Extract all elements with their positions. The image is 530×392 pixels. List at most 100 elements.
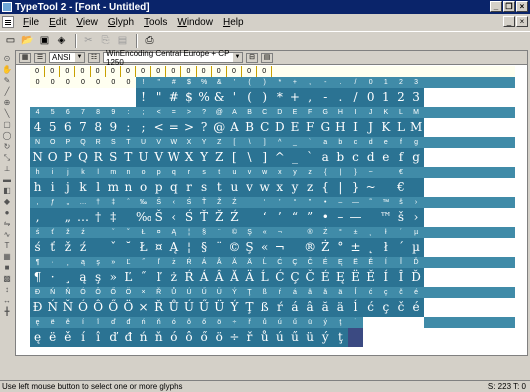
glyph-cell[interactable]: N — [30, 148, 46, 167]
glyph-cell[interactable]: ˝ — [135, 268, 152, 287]
glyph-cell[interactable]: ‚ — [30, 208, 46, 227]
glyph-cell[interactable]: ` — [302, 148, 318, 167]
glyph-cell[interactable]: Î — [393, 268, 409, 287]
glyph-cell[interactable]: Ń — [45, 298, 61, 317]
glyph-cell[interactable]: ÷ — [226, 328, 242, 347]
glyph-cell[interactable]: m — [105, 178, 121, 197]
node-tool-icon[interactable]: ● — [2, 208, 12, 218]
glyph-cell[interactable]: ¦ — [181, 238, 197, 257]
glyph-cell[interactable]: 9 — [105, 118, 121, 137]
glyph-cell[interactable]: ‹ — [166, 208, 182, 227]
glyph-cell[interactable]: î — [90, 328, 106, 347]
glyph-cell[interactable]: o — [135, 178, 152, 197]
glyph-cell[interactable]: ű — [287, 328, 303, 347]
document-icon[interactable] — [2, 16, 14, 28]
glyph-cell[interactable]: ľ — [151, 268, 167, 287]
glyph-cell[interactable]: # — [166, 88, 182, 107]
glyph-cell[interactable]: [ — [226, 148, 242, 167]
glyph-cell[interactable]: í — [75, 328, 91, 347]
glyph-cell[interactable]: ˘ — [120, 238, 136, 257]
glyph-cell[interactable]: y — [287, 178, 303, 197]
glyph-cell[interactable]: Ą — [166, 238, 182, 257]
glyph-cell[interactable]: & — [211, 88, 227, 107]
glyph-cell[interactable]: P — [60, 148, 76, 167]
glyph-cell[interactable]: Ć — [272, 268, 288, 287]
scale-tool-icon[interactable]: ⤡ — [2, 153, 12, 163]
glyph-cell[interactable]: ! — [135, 88, 152, 107]
glyph-cell[interactable]: ß — [257, 298, 273, 317]
close-button[interactable]: × — [516, 1, 528, 12]
glyph-cell[interactable]: Ç — [287, 268, 303, 287]
glyph-cell[interactable]: ~ — [363, 178, 379, 197]
glyph-cell[interactable]: 8 — [90, 118, 106, 137]
glyph-cell[interactable]: Ď — [408, 268, 424, 287]
glyph-cell[interactable]: < — [151, 118, 167, 137]
menu-glyph[interactable]: Glyph — [103, 17, 139, 28]
glyph-cell[interactable]: u — [226, 178, 242, 197]
glyph-cell[interactable]: T — [120, 148, 136, 167]
glyph-cell[interactable]: O — [45, 148, 61, 167]
glyph-cell[interactable]: © — [226, 238, 242, 257]
codepage-icon[interactable]: ☰ — [34, 52, 46, 63]
glyph-cell[interactable]: M — [408, 118, 424, 137]
glyph-cell[interactable]: ? — [196, 118, 212, 137]
curve-tool-icon[interactable]: ∿ — [2, 230, 12, 240]
glyph-cell[interactable]: 3 — [408, 88, 424, 107]
glyph-cell[interactable]: § — [196, 238, 212, 257]
glyph-cell[interactable]: ) — [257, 88, 273, 107]
glyph-cell[interactable]: Z — [211, 148, 227, 167]
glyph-cell[interactable]: v — [241, 178, 258, 197]
glyph-cell[interactable]: f — [393, 148, 409, 167]
glyph-cell[interactable]: é — [408, 298, 424, 317]
glyph-cell[interactable]: . — [332, 88, 348, 107]
glyph-cell[interactable]: | — [332, 178, 348, 197]
glyph-cell[interactable] — [90, 88, 106, 107]
glyph-cell[interactable]: Á — [196, 268, 212, 287]
glyph-cell[interactable] — [45, 88, 61, 107]
knife-tool-icon[interactable]: ╲ — [2, 109, 12, 119]
glyph-cell[interactable]: w — [257, 178, 273, 197]
glyph-cell[interactable]: 5 — [45, 118, 61, 137]
glyph-cell[interactable]: d — [363, 148, 379, 167]
glyph-cell[interactable]: ¤ — [151, 238, 167, 257]
glyph-cell[interactable]: I — [347, 118, 364, 137]
glyph-cell[interactable]: / — [347, 88, 364, 107]
glyph-cell[interactable]: 7 — [75, 118, 91, 137]
glyph-cell[interactable]: – — [332, 208, 348, 227]
glyph-cell[interactable]: ě — [60, 328, 76, 347]
ellipse-tool-icon[interactable]: ◯ — [2, 131, 12, 141]
pointer-tool-icon[interactable]: ⊙ — [2, 54, 12, 64]
glyph-cell[interactable]: ’ — [272, 208, 288, 227]
glyph-cell[interactable]: p — [151, 178, 167, 197]
glyph-cell[interactable]: V — [151, 148, 167, 167]
glyph-cell[interactable]: Ľ — [120, 268, 136, 287]
glyph-cell[interactable] — [120, 208, 136, 227]
kern-tool-icon[interactable]: ↔ — [2, 296, 12, 306]
glyph-cell[interactable]: ó — [166, 328, 182, 347]
rect-tool-icon[interactable]: ▢ — [2, 120, 12, 130]
glyph-cell[interactable] — [347, 328, 364, 347]
glyph-cell[interactable]: ť — [45, 238, 61, 257]
glyph-cell[interactable]: ' — [226, 88, 242, 107]
pen-tool-icon[interactable]: ✎ — [2, 76, 12, 86]
glyph-cell[interactable]: › — [408, 208, 424, 227]
glyph-cell[interactable]: _ — [287, 148, 303, 167]
glyph-cell[interactable]: J — [363, 118, 379, 137]
glyph-cell[interactable]: ^ — [272, 148, 288, 167]
glyph-cell[interactable]: ç — [378, 298, 394, 317]
zoom-tool-icon[interactable]: ⊕ — [2, 98, 12, 108]
glyph-cell[interactable]: U — [135, 148, 152, 167]
glyph-cell[interactable]: ¸ — [60, 268, 76, 287]
glyph-cell[interactable]: 6 — [60, 118, 76, 137]
glyph-cell[interactable]: Ö — [120, 298, 136, 317]
glyph-cell[interactable]: ł — [378, 238, 394, 257]
glyph-cell[interactable]: Í — [378, 268, 394, 287]
doc-minimize-button[interactable]: _ — [503, 16, 515, 27]
glyph-cell[interactable]: ů — [257, 328, 273, 347]
glyph-cell[interactable]: Đ — [30, 298, 46, 317]
glyph-cell[interactable]: ś — [30, 238, 46, 257]
glyph-cell[interactable]: k — [75, 178, 91, 197]
glyph-cell[interactable]: F — [302, 118, 318, 137]
grid-view-icon[interactable]: ▤ — [261, 52, 273, 63]
glyph-cell[interactable]: € — [393, 178, 409, 197]
